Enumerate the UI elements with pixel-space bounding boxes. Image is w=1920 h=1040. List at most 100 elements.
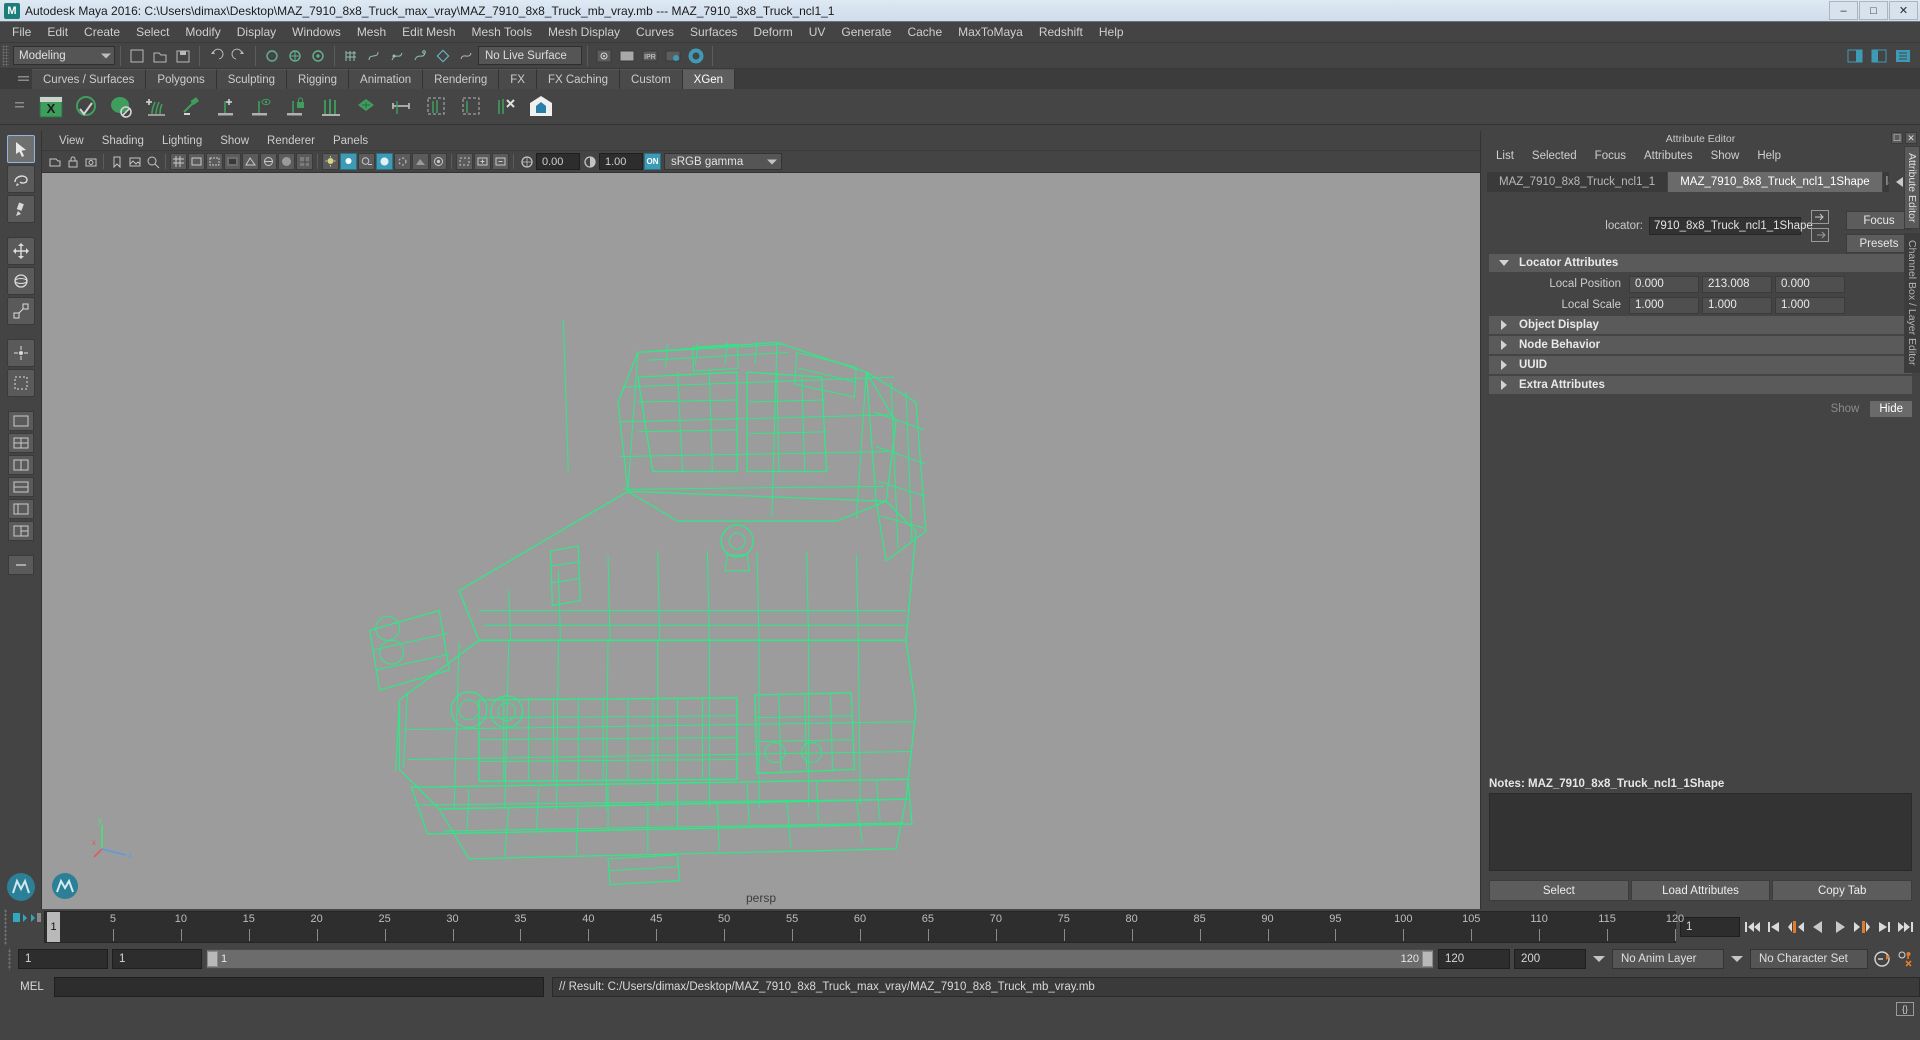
perspective-viewport[interactable]: y z x persp (42, 173, 1480, 909)
exposure-value[interactable]: 0.00 (536, 153, 580, 170)
section-header-uuid[interactable]: UUID (1489, 356, 1912, 374)
render-settings-icon[interactable] (662, 45, 684, 67)
redo-icon[interactable] (228, 45, 250, 67)
command-language-label[interactable]: MEL (10, 981, 54, 993)
color-profile-dropdown[interactable]: sRGB gamma (664, 153, 782, 170)
shelf-tab-fx-caching[interactable]: FX Caching (536, 69, 621, 89)
attr-value-2[interactable]: 1.000 (1775, 296, 1845, 314)
live-surface-field[interactable]: No Live Surface (478, 46, 582, 65)
disclosure-triangle[interactable] (1489, 320, 1519, 330)
camera-attributes-icon[interactable] (82, 153, 99, 170)
select-box-icon[interactable] (456, 92, 486, 122)
locator-name-input[interactable]: 7910_8x8_Truck_ncl1_1Shape (1649, 217, 1813, 235)
sidebar-toggle-1-icon[interactable] (1844, 45, 1866, 67)
range-end-field[interactable]: 1 (112, 949, 202, 969)
add-groom-icon[interactable] (141, 92, 171, 122)
go-to-start-icon[interactable] (1742, 917, 1762, 937)
close-panel-icon[interactable]: ✕ (1905, 132, 1917, 144)
ae-node-tab-0[interactable]: MAZ_7910_8x8_Truck_ncl1_1 (1487, 172, 1668, 192)
film-gate-icon[interactable] (188, 153, 205, 170)
notes-textarea[interactable] (1489, 793, 1912, 871)
attr-value-0[interactable]: 0.000 (1629, 275, 1699, 293)
color-management-toggle[interactable]: ON (644, 153, 661, 170)
sidebar-toggle-3-icon[interactable] (1892, 45, 1914, 67)
menu-item-surfaces[interactable]: Surfaces (682, 23, 745, 42)
select-button[interactable]: Select (1489, 880, 1629, 901)
ae-menu-attributes[interactable]: Attributes (1635, 149, 1702, 163)
menu-item-modify[interactable]: Modify (177, 23, 228, 42)
current-frame-field[interactable]: 1 (1680, 917, 1740, 937)
auto-key-icon[interactable] (1872, 949, 1892, 969)
depth-of-field-icon[interactable] (430, 153, 447, 170)
close-button[interactable]: ✕ (1889, 1, 1918, 20)
visibility-groom-icon[interactable] (246, 92, 276, 122)
ae-node-tab-1[interactable]: MAZ_7910_8x8_Truck_ncl1_1Shape (1668, 172, 1882, 192)
panel-menu-lighting[interactable]: Lighting (153, 134, 211, 148)
show-manipulator-tool-icon[interactable] (6, 339, 35, 367)
add-density-icon[interactable] (211, 92, 241, 122)
sidebar-toggle-2-icon[interactable] (1868, 45, 1890, 67)
quick-layout-two-icon[interactable] (7, 455, 34, 475)
panel-menu-view[interactable]: View (50, 134, 93, 148)
save-scene-icon[interactable] (172, 45, 194, 67)
attr-value-1[interactable]: 1.000 (1702, 296, 1772, 314)
length-groom-icon[interactable] (386, 92, 416, 122)
menu-item-select[interactable]: Select (128, 23, 177, 42)
select-node-in-icon[interactable] (1811, 210, 1829, 224)
undock-panel-icon[interactable]: ☐ (1891, 132, 1903, 144)
playback-end-field[interactable]: 120 (1438, 949, 1510, 969)
disclosure-triangle[interactable] (1489, 340, 1519, 350)
anim-layer-chevron-down-icon[interactable] (1593, 956, 1605, 962)
quick-layout-single-icon[interactable] (7, 411, 34, 431)
lock-groom-icon[interactable] (281, 92, 311, 122)
ae-menu-show[interactable]: Show (1702, 149, 1749, 163)
ae-menu-focus[interactable]: Focus (1586, 149, 1635, 163)
anim-layer-dropdown[interactable]: No Anim Layer (1612, 949, 1724, 969)
quick-layout-persp-icon[interactable] (7, 477, 34, 497)
menu-item-display[interactable]: Display (229, 23, 284, 42)
range-left-handle[interactable] (207, 951, 218, 967)
menu-item-uv[interactable]: UV (801, 23, 834, 42)
character-set-dropdown[interactable]: No Character Set (1750, 949, 1868, 969)
shelf-tab-animation[interactable]: Animation (349, 69, 424, 89)
toolbar-gripper[interactable] (2, 44, 9, 67)
shelf-tab-polygons[interactable]: Polygons (146, 69, 217, 89)
shelf-tab-gripper[interactable] (14, 69, 32, 89)
range-slider[interactable]: 1 120 (206, 949, 1434, 969)
gamma-icon[interactable] (581, 153, 598, 170)
exposure-icon[interactable] (518, 153, 535, 170)
attr-value-0[interactable]: 1.000 (1629, 296, 1699, 314)
isolate-add-icon[interactable] (474, 153, 491, 170)
motion-blur-icon[interactable] (394, 153, 411, 170)
move-tool-icon[interactable] (6, 237, 35, 265)
menu-set-selector[interactable]: Modeling (13, 46, 115, 65)
lighting-all-icon[interactable] (340, 153, 357, 170)
render-sequence-icon[interactable] (616, 45, 638, 67)
xgen-home-icon[interactable] (526, 92, 556, 122)
menu-item-windows[interactable]: Windows (284, 23, 349, 42)
range-gripper[interactable] (4, 948, 14, 970)
open-scene-icon[interactable] (149, 45, 171, 67)
ae-menu-selected[interactable]: Selected (1523, 149, 1586, 163)
go-to-end-icon[interactable] (1896, 917, 1916, 937)
image-plane-icon[interactable] (126, 153, 143, 170)
two-d-pan-zoom-icon[interactable] (144, 153, 161, 170)
shelf-gripper[interactable] (14, 89, 24, 124)
command-input[interactable] (54, 977, 544, 997)
time-cursor[interactable]: 1 (47, 912, 60, 942)
last-tool-icon[interactable] (6, 369, 35, 397)
sculpt-groom-icon[interactable] (351, 92, 381, 122)
menu-item-mesh-display[interactable]: Mesh Display (540, 23, 628, 42)
snap-projected-center-icon[interactable] (409, 45, 431, 67)
snap-point-icon[interactable] (386, 45, 408, 67)
xgen-disable-icon[interactable] (106, 92, 136, 122)
select-camera-icon[interactable] (46, 153, 63, 170)
menu-item-cache[interactable]: Cache (899, 23, 950, 42)
shelf-tab-xgen[interactable]: XGen (682, 69, 736, 89)
import-groom-icon[interactable] (176, 92, 206, 122)
menu-item-deform[interactable]: Deform (745, 23, 800, 42)
menu-item-generate[interactable]: Generate (833, 23, 899, 42)
bookmark-icon[interactable] (108, 153, 125, 170)
section-header-node-behavior[interactable]: Node Behavior (1489, 336, 1912, 354)
shelf-tab-fx[interactable]: FX (499, 69, 537, 89)
